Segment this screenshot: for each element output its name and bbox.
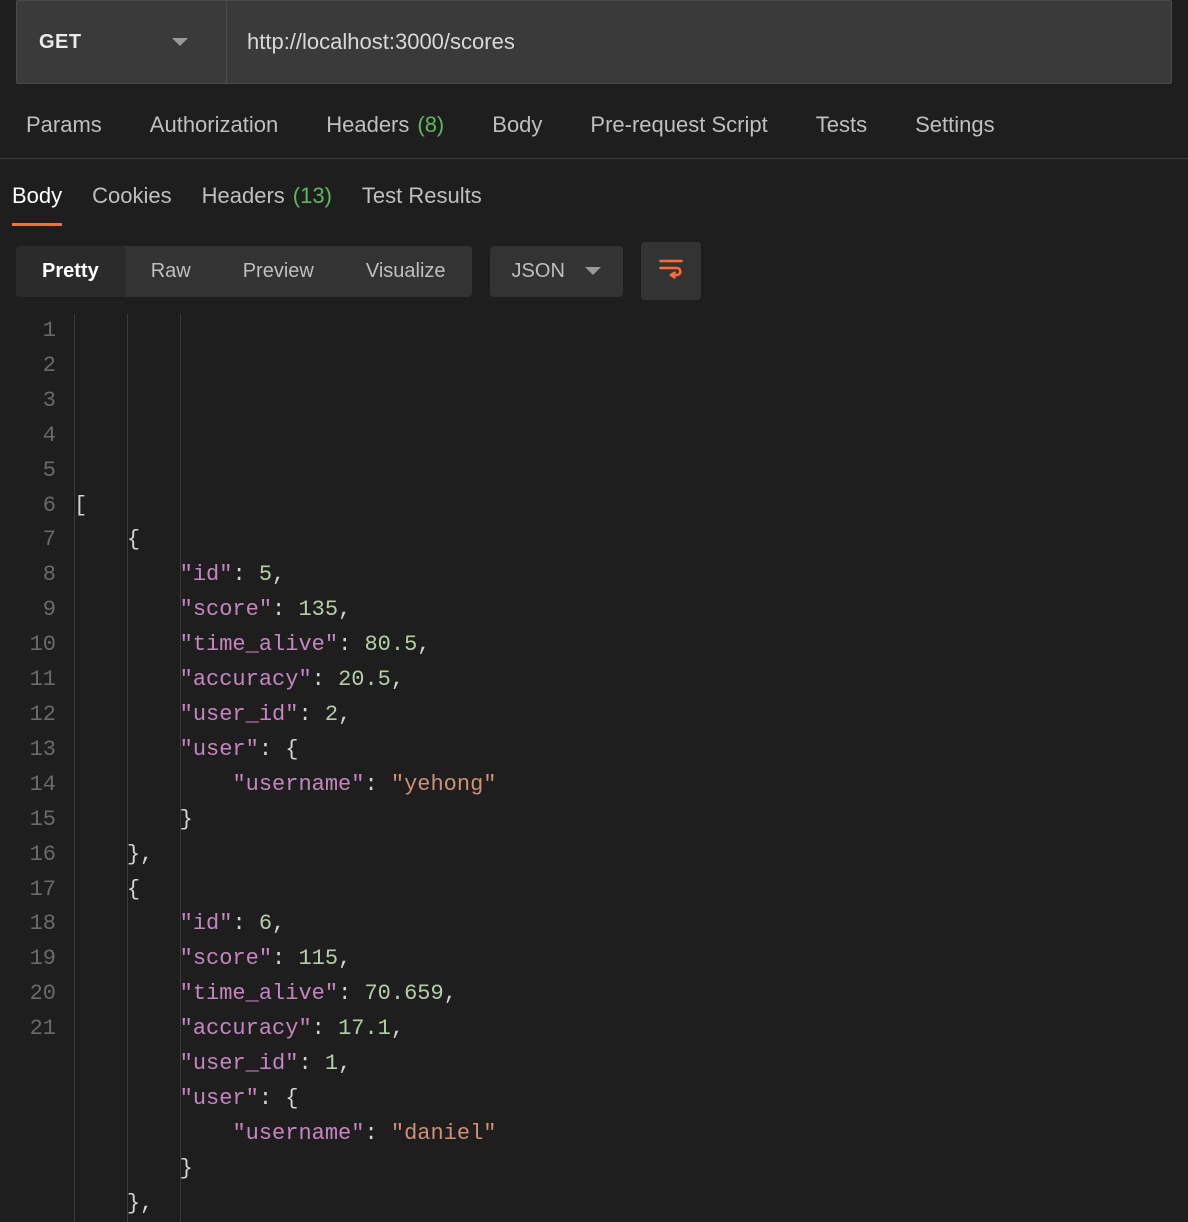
line-number: 5 bbox=[14, 454, 56, 489]
code-line: { bbox=[74, 873, 497, 908]
line-number: 2 bbox=[14, 349, 56, 384]
line-number-gutter: 123456789101112131415161718192021 bbox=[14, 314, 74, 1222]
tab-label: Params bbox=[26, 112, 102, 138]
request-tabs: Params Authorization Headers (8) Body Pr… bbox=[0, 84, 1188, 159]
tab-pre-request-script[interactable]: Pre-request Script bbox=[590, 112, 767, 138]
format-select-label: JSON bbox=[512, 260, 565, 283]
wrap-lines-icon bbox=[657, 254, 685, 288]
line-number: 19 bbox=[14, 942, 56, 977]
response-toolbar: Pretty Raw Preview Visualize JSON bbox=[0, 226, 1188, 314]
code-line: "score": 135, bbox=[74, 593, 497, 628]
code-line: "accuracy": 17.1, bbox=[74, 1012, 497, 1047]
code-line: } bbox=[74, 803, 497, 838]
tab-body[interactable]: Body bbox=[492, 112, 542, 138]
http-method-label: GET bbox=[39, 31, 82, 54]
code-line: "user_id": 1, bbox=[74, 1047, 497, 1082]
code-line: "username": "yehong" bbox=[74, 768, 497, 803]
tab-params[interactable]: Params bbox=[26, 112, 102, 138]
tab-label: Headers bbox=[202, 183, 285, 209]
response-tab-cookies[interactable]: Cookies bbox=[92, 177, 171, 226]
line-number: 16 bbox=[14, 838, 56, 873]
response-tabs: Body Cookies Headers (13) Test Results bbox=[0, 159, 1188, 226]
tab-label: Settings bbox=[915, 112, 995, 138]
view-mode-pretty[interactable]: Pretty bbox=[16, 246, 125, 297]
tab-tests[interactable]: Tests bbox=[816, 112, 867, 138]
code-line: } bbox=[74, 1152, 497, 1187]
tab-count: (13) bbox=[293, 183, 332, 209]
code-line: "username": "daniel" bbox=[74, 1117, 497, 1152]
line-number: 18 bbox=[14, 907, 56, 942]
response-tab-test-results[interactable]: Test Results bbox=[362, 177, 482, 226]
code-line: [ bbox=[74, 489, 497, 524]
line-number: 9 bbox=[14, 593, 56, 628]
line-number: 7 bbox=[14, 523, 56, 558]
view-mode-preview[interactable]: Preview bbox=[217, 246, 340, 297]
wrap-lines-button[interactable] bbox=[641, 242, 701, 300]
tab-label: Headers bbox=[326, 112, 409, 138]
line-number: 10 bbox=[14, 628, 56, 663]
tab-headers[interactable]: Headers (8) bbox=[326, 112, 444, 138]
line-number: 17 bbox=[14, 873, 56, 908]
view-mode-raw[interactable]: Raw bbox=[125, 246, 217, 297]
line-number: 3 bbox=[14, 384, 56, 419]
tab-label: Pre-request Script bbox=[590, 112, 767, 138]
chevron-down-icon bbox=[585, 267, 601, 275]
tab-label: Authorization bbox=[150, 112, 278, 138]
tab-label: Tests bbox=[816, 112, 867, 138]
code-line: "time_alive": 80.5, bbox=[74, 628, 497, 663]
tab-count: (8) bbox=[417, 112, 444, 138]
code-line: { bbox=[74, 523, 497, 558]
line-number: 1 bbox=[14, 314, 56, 349]
line-number: 4 bbox=[14, 419, 56, 454]
request-bar: GET bbox=[16, 0, 1172, 84]
response-tab-body[interactable]: Body bbox=[12, 177, 62, 226]
response-body-editor[interactable]: 123456789101112131415161718192021 [ { "i… bbox=[0, 314, 1188, 1222]
code-line: "time_alive": 70.659, bbox=[74, 977, 497, 1012]
line-number: 11 bbox=[14, 663, 56, 698]
tab-label: Body bbox=[12, 183, 62, 209]
line-number: 15 bbox=[14, 803, 56, 838]
tab-label: Cookies bbox=[92, 183, 171, 209]
tab-label: Body bbox=[492, 112, 542, 138]
http-method-select[interactable]: GET bbox=[17, 1, 227, 83]
format-select[interactable]: JSON bbox=[490, 246, 623, 297]
view-mode-group: Pretty Raw Preview Visualize bbox=[16, 246, 472, 297]
code-line: }, bbox=[74, 838, 497, 873]
code-line: }, bbox=[74, 1187, 497, 1222]
tab-label: Test Results bbox=[362, 183, 482, 209]
code-line: "user": { bbox=[74, 1082, 497, 1117]
tab-authorization[interactable]: Authorization bbox=[150, 112, 278, 138]
line-number: 20 bbox=[14, 977, 56, 1012]
code-line: "score": 115, bbox=[74, 942, 497, 977]
code-line: "user_id": 2, bbox=[74, 698, 497, 733]
view-mode-visualize[interactable]: Visualize bbox=[340, 246, 472, 297]
line-number: 6 bbox=[14, 489, 56, 524]
chevron-down-icon bbox=[172, 38, 188, 46]
code-line: "id": 6, bbox=[74, 907, 497, 942]
code-line: "id": 5, bbox=[74, 558, 497, 593]
response-tab-headers[interactable]: Headers (13) bbox=[202, 177, 332, 226]
code-content[interactable]: [ { "id": 5, "score": 135, "time_alive":… bbox=[74, 314, 497, 1222]
line-number: 14 bbox=[14, 768, 56, 803]
tab-settings[interactable]: Settings bbox=[915, 112, 995, 138]
request-url-input[interactable] bbox=[227, 1, 1171, 83]
line-number: 12 bbox=[14, 698, 56, 733]
line-number: 13 bbox=[14, 733, 56, 768]
line-number: 8 bbox=[14, 558, 56, 593]
line-number: 21 bbox=[14, 1012, 56, 1047]
code-line: "user": { bbox=[74, 733, 497, 768]
code-line: "accuracy": 20.5, bbox=[74, 663, 497, 698]
